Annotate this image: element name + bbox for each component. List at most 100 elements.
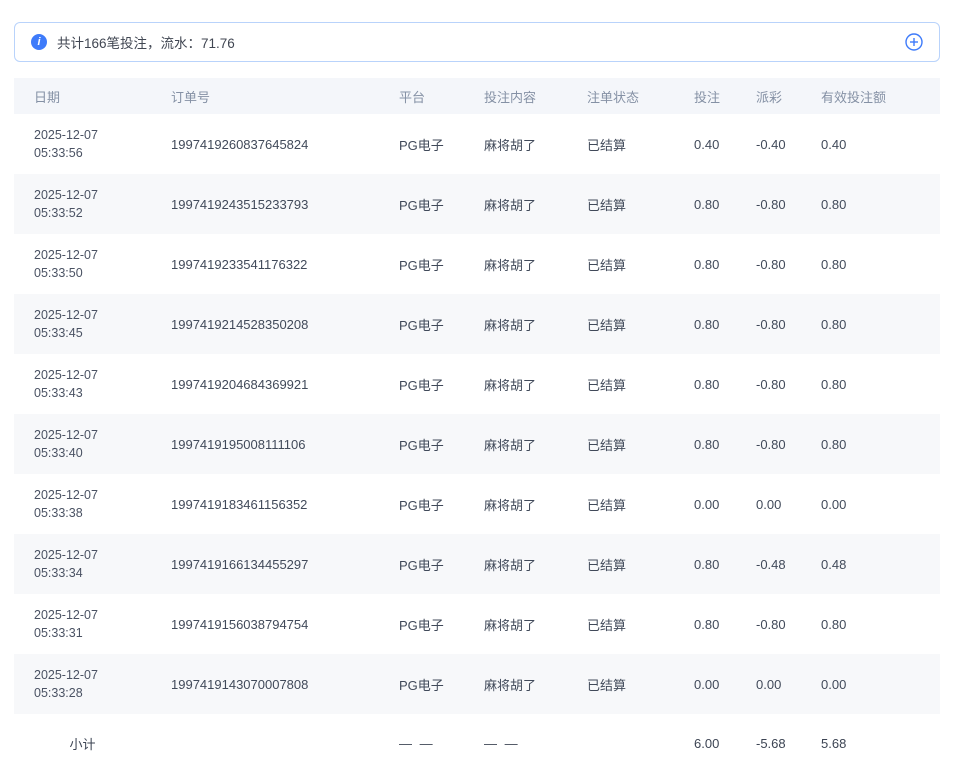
bet-date: 2025-12-07 xyxy=(34,666,151,684)
platform-cell: PG电子 xyxy=(379,234,464,294)
order-status-cell: 已结算 xyxy=(567,594,674,654)
table-row: 2025-12-07 05:33:34 1997419166134455297 … xyxy=(14,534,940,594)
bet-content-cell: 麻将胡了 xyxy=(464,414,567,474)
payout-cell: 0.00 xyxy=(736,654,801,714)
bet-records-page: i 共计166笔投注，流水：71.76 日期 订单号 平台 投注内容 注单状态 … xyxy=(0,0,954,767)
bet-amount-cell: 0.00 xyxy=(674,474,736,534)
table-row: 2025-12-07 05:33:28 1997419143070007808 … xyxy=(14,654,940,714)
order-id-cell: 1997419166134455297 xyxy=(151,534,379,594)
order-status-cell: 已结算 xyxy=(567,174,674,234)
bet-amount-cell: 0.80 xyxy=(674,354,736,414)
platform-cell: PG电子 xyxy=(379,594,464,654)
table-row: 2025-12-07 05:33:31 1997419156038794754 … xyxy=(14,594,940,654)
bet-content-cell: 麻将胡了 xyxy=(464,474,567,534)
bet-date: 2025-12-07 xyxy=(34,306,151,324)
date-cell: 2025-12-07 05:33:34 xyxy=(14,534,151,594)
order-id-cell: 1997419195008111106 xyxy=(151,414,379,474)
platform-cell: PG电子 xyxy=(379,654,464,714)
col-header-payout: 派彩 xyxy=(736,78,801,114)
order-id-cell: 1997419214528350208 xyxy=(151,294,379,354)
bet-time: 05:33:50 xyxy=(34,264,151,282)
bet-content-cell: 麻将胡了 xyxy=(464,294,567,354)
payout-cell: -0.80 xyxy=(736,294,801,354)
platform-cell: PG电子 xyxy=(379,174,464,234)
bet-amount-cell: 0.80 xyxy=(674,294,736,354)
summary-text: 共计166笔投注，流水：71.76 xyxy=(57,32,905,52)
platform-cell: PG电子 xyxy=(379,354,464,414)
order-id-cell: 1997419233541176322 xyxy=(151,234,379,294)
bet-content-cell: 麻将胡了 xyxy=(464,534,567,594)
bet-time: 05:33:38 xyxy=(34,504,151,522)
col-header-date: 日期 xyxy=(14,78,151,114)
plus-circle-icon[interactable] xyxy=(905,33,923,51)
summary-banner: i 共计166笔投注，流水：71.76 xyxy=(14,22,940,62)
order-id-cell: 1997419143070007808 xyxy=(151,654,379,714)
col-header-platform: 平台 xyxy=(379,78,464,114)
bet-time: 05:33:34 xyxy=(34,564,151,582)
payout-cell: -0.80 xyxy=(736,354,801,414)
date-cell: 2025-12-07 05:33:31 xyxy=(14,594,151,654)
valid-bet-cell: 0.80 xyxy=(801,294,940,354)
bet-time: 05:33:56 xyxy=(34,144,151,162)
bet-amount-cell: 0.40 xyxy=(674,114,736,174)
valid-bet-cell: 0.00 xyxy=(801,474,940,534)
valid-bet-cell: 0.80 xyxy=(801,594,940,654)
bet-content-cell: 麻将胡了 xyxy=(464,174,567,234)
valid-bet-cell: 0.80 xyxy=(801,414,940,474)
platform-cell: PG电子 xyxy=(379,474,464,534)
order-status-cell: 已结算 xyxy=(567,534,674,594)
table-row: 2025-12-07 05:33:56 1997419260837645824 … xyxy=(14,114,940,174)
order-status-cell: 已结算 xyxy=(567,294,674,354)
bet-time: 05:33:43 xyxy=(34,384,151,402)
subtotal-label: 小计 xyxy=(14,714,151,767)
bet-content-cell: 麻将胡了 xyxy=(464,354,567,414)
date-cell: 2025-12-07 05:33:38 xyxy=(14,474,151,534)
subtotal-row: 小计 — — — — 6.00 -5.68 5.68 xyxy=(14,714,940,767)
table-row: 2025-12-07 05:33:50 1997419233541176322 … xyxy=(14,234,940,294)
table-row: 2025-12-07 05:33:45 1997419214528350208 … xyxy=(14,294,940,354)
order-id-cell: 1997419204684369921 xyxy=(151,354,379,414)
date-cell: 2025-12-07 05:33:45 xyxy=(14,294,151,354)
col-header-valid-bet: 有效投注额 xyxy=(801,78,940,114)
info-circle-icon: i xyxy=(31,34,47,50)
payout-cell: -0.80 xyxy=(736,414,801,474)
valid-bet-cell: 0.40 xyxy=(801,114,940,174)
payout-cell: -0.40 xyxy=(736,114,801,174)
bet-date: 2025-12-07 xyxy=(34,546,151,564)
date-cell: 2025-12-07 05:33:28 xyxy=(14,654,151,714)
col-header-order-status: 注单状态 xyxy=(567,78,674,114)
col-header-bet: 投注 xyxy=(674,78,736,114)
payout-cell: 0.00 xyxy=(736,474,801,534)
bet-content-cell: 麻将胡了 xyxy=(464,114,567,174)
order-status-cell: 已结算 xyxy=(567,654,674,714)
col-header-bet-content: 投注内容 xyxy=(464,78,567,114)
payout-cell: -0.48 xyxy=(736,534,801,594)
col-header-order-id: 订单号 xyxy=(151,78,379,114)
valid-bet-cell: 0.80 xyxy=(801,234,940,294)
bet-date: 2025-12-07 xyxy=(34,126,151,144)
bet-time: 05:33:45 xyxy=(34,324,151,342)
subtotal-valid-total: 5.68 xyxy=(801,714,940,767)
bet-amount-cell: 0.80 xyxy=(674,174,736,234)
order-status-cell: 已结算 xyxy=(567,354,674,414)
valid-bet-cell: 0.00 xyxy=(801,654,940,714)
date-cell: 2025-12-07 05:33:50 xyxy=(14,234,151,294)
subtotal-content-dash: — — xyxy=(464,714,567,767)
bet-date: 2025-12-07 xyxy=(34,486,151,504)
bet-date: 2025-12-07 xyxy=(34,366,151,384)
table-row: 2025-12-07 05:33:40 1997419195008111106 … xyxy=(14,414,940,474)
bet-amount-cell: 0.80 xyxy=(674,594,736,654)
order-status-cell: 已结算 xyxy=(567,114,674,174)
table-body: 2025-12-07 05:33:56 1997419260837645824 … xyxy=(14,114,940,714)
platform-cell: PG电子 xyxy=(379,534,464,594)
date-cell: 2025-12-07 05:33:52 xyxy=(14,174,151,234)
payout-cell: -0.80 xyxy=(736,174,801,234)
bet-amount-cell: 0.80 xyxy=(674,414,736,474)
order-id-cell: 1997419183461156352 xyxy=(151,474,379,534)
payout-cell: -0.80 xyxy=(736,234,801,294)
date-cell: 2025-12-07 05:33:40 xyxy=(14,414,151,474)
bet-date: 2025-12-07 xyxy=(34,246,151,264)
subtotal-payout-total: -5.68 xyxy=(736,714,801,767)
order-status-cell: 已结算 xyxy=(567,474,674,534)
date-cell: 2025-12-07 05:33:43 xyxy=(14,354,151,414)
